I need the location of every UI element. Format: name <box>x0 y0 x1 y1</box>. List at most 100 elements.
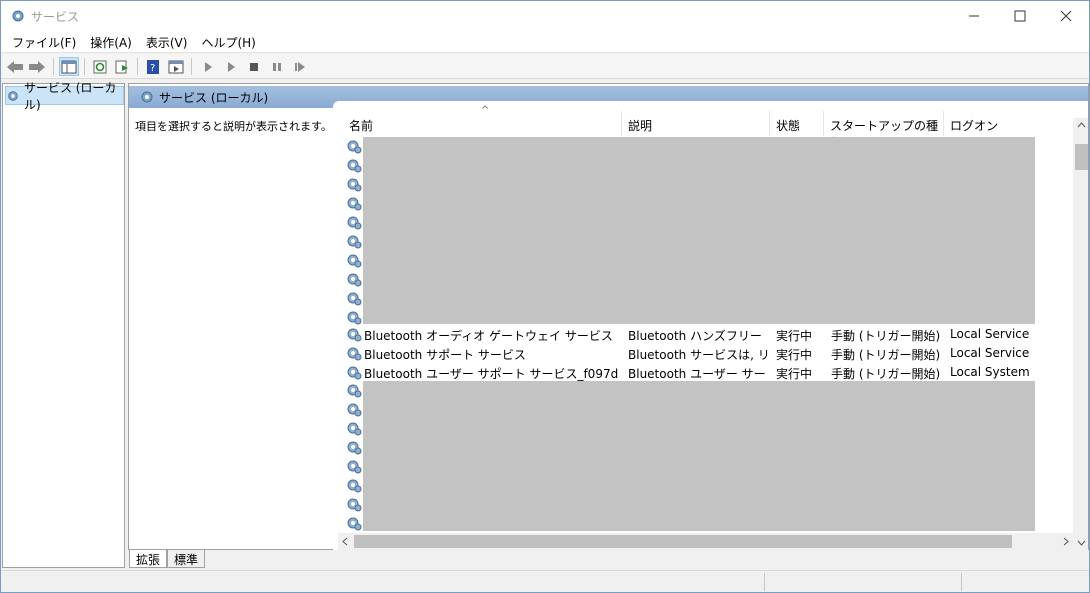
service-status: 実行中 <box>776 348 813 362</box>
gear-icon <box>347 347 362 361</box>
service-description: Bluetooth ハンズフリー プロ… <box>628 329 767 343</box>
column-header-startup-type[interactable]: スタートアップの種類 <box>823 111 943 150</box>
column-header-name[interactable]: 名前 <box>343 111 623 136</box>
gear-icon <box>347 403 362 417</box>
start-service-button[interactable] <box>198 57 218 76</box>
svg-text:?: ? <box>150 63 155 74</box>
gear-icon <box>141 91 153 103</box>
refresh-icon <box>93 60 107 73</box>
service-logon: Local System <box>950 365 1030 379</box>
gear-icon <box>347 384 362 398</box>
service-startup-type: 手動 (トリガー開始) <box>831 367 941 381</box>
forward-button[interactable] <box>27 57 47 76</box>
menu-action[interactable]: 操作(A) <box>83 31 139 52</box>
restart-icon <box>295 61 305 72</box>
tab-standard[interactable]: 標準 <box>167 550 206 568</box>
forward-arrow-icon <box>29 60 45 73</box>
minimize-button[interactable] <box>951 1 997 31</box>
close-icon <box>1060 10 1072 22</box>
service-name: Bluetooth ユーザー サポート サービス_f097d <box>364 367 619 381</box>
services-panel: サービス (ローカル) 項目を選択すると説明が表示されます。 ^ 名前 説明 状… <box>128 83 1089 550</box>
service-logon: Local Service <box>950 346 1030 360</box>
service-status: 実行中 <box>776 367 813 381</box>
window-title: サービス <box>31 10 80 24</box>
console-tree-icon <box>61 60 77 73</box>
horizontal-scrollbar[interactable] <box>338 533 1073 550</box>
gear-icon <box>347 422 362 436</box>
gear-icon <box>8 90 18 101</box>
gear-icon <box>347 479 362 493</box>
menu-file[interactable]: ファイル(F) <box>5 31 83 52</box>
toolbar: ? <box>1 54 1089 79</box>
pause-icon <box>273 62 281 71</box>
service-startup-type: 手動 (トリガー開始) <box>831 348 941 362</box>
column-header-logon[interactable]: ログオン <box>943 111 1037 136</box>
pause-service-button[interactable] <box>267 57 287 76</box>
gear-icon <box>347 441 362 455</box>
show-hide-tree-button[interactable] <box>59 57 79 76</box>
table-row[interactable]: Bluetooth サポート サービス Bluetooth サービスは, リモ…… <box>333 344 1035 363</box>
table-row[interactable]: Bluetooth オーディオ ゲートウェイ サービス Bluetooth ハン… <box>333 325 1035 344</box>
back-arrow-icon <box>7 60 23 73</box>
services-window: サービス ファイル(F) 操作(A) 表示(V) ヘルプ(H) ? サービス (… <box>0 0 1090 593</box>
menu-help[interactable]: ヘルプ(H) <box>194 31 262 52</box>
stop-service-button[interactable] <box>244 57 264 76</box>
scroll-right-icon <box>1063 537 1069 546</box>
play-icon <box>228 61 235 72</box>
gear-icon <box>347 273 362 287</box>
vertical-scroll-thumb[interactable] <box>1075 144 1088 170</box>
gear-icon <box>347 254 362 268</box>
maximize-button[interactable] <box>997 1 1043 31</box>
gear-icon <box>347 216 362 230</box>
menu-view[interactable]: 表示(V) <box>139 31 195 52</box>
start-service-alt-button[interactable] <box>221 57 241 76</box>
vertical-scrollbar[interactable] <box>1073 118 1088 550</box>
gear-icon <box>347 517 362 531</box>
export-list-button[interactable] <box>112 57 132 76</box>
properties-icon <box>168 60 184 73</box>
service-logon: Local Service <box>950 327 1030 341</box>
gear-icon <box>347 159 362 173</box>
scroll-up-icon <box>1077 122 1086 128</box>
restart-service-button[interactable] <box>290 57 310 76</box>
service-description: Bluetooth サービスは, リモ… <box>628 348 767 362</box>
play-icon <box>205 61 212 72</box>
column-header-status[interactable]: 状態 <box>769 111 823 136</box>
gear-icon <box>347 140 362 154</box>
gear-icon <box>347 292 362 306</box>
description-hint: 項目を選択すると説明が表示されます。 <box>135 120 332 133</box>
back-button[interactable] <box>5 57 25 76</box>
service-status: 実行中 <box>776 329 813 343</box>
minimize-icon <box>969 15 979 17</box>
redacted-region-top <box>363 137 1035 324</box>
status-bar <box>1 570 1089 592</box>
tree-item-services-local[interactable]: サービス (ローカル) <box>5 81 124 112</box>
column-header-description[interactable]: 説明 <box>621 111 769 136</box>
gear-icon <box>347 498 362 512</box>
scroll-down-icon <box>1077 540 1086 546</box>
gear-icon <box>347 366 362 380</box>
help-icon: ? <box>147 59 159 74</box>
services-list: ^ 名前 説明 状態 スタートアップの種類 ログオン Bluetooth オーデ… <box>333 101 1088 550</box>
refresh-button[interactable] <box>90 57 110 76</box>
stop-icon <box>250 62 258 71</box>
tab-extended[interactable]: 拡張 <box>129 550 168 568</box>
gear-icon <box>347 197 362 211</box>
view-tabs: 拡張 標準 <box>129 550 206 568</box>
gear-icon <box>12 10 24 22</box>
service-description: Bluetooth ユーザー サービ… <box>628 367 767 381</box>
service-startup-type: 手動 (トリガー開始) <box>831 329 941 343</box>
tree-item-label: サービス (ローカル) <box>23 80 117 112</box>
service-name: Bluetooth オーディオ ゲートウェイ サービス <box>364 329 613 343</box>
properties-button[interactable] <box>166 57 186 76</box>
export-icon <box>115 60 128 73</box>
help-button[interactable]: ? <box>143 57 163 76</box>
table-row[interactable]: Bluetooth ユーザー サポート サービス_f097d Bluetooth… <box>333 363 1035 382</box>
gear-icon <box>347 460 362 474</box>
close-button[interactable] <box>1043 1 1089 31</box>
horizontal-scroll-thumb[interactable] <box>354 535 1012 548</box>
gear-icon <box>347 178 362 192</box>
menu-bar: ファイル(F) 操作(A) 表示(V) ヘルプ(H) <box>1 31 1089 53</box>
panel-header-title: サービス (ローカル) <box>159 90 269 105</box>
gear-icon <box>347 235 362 249</box>
